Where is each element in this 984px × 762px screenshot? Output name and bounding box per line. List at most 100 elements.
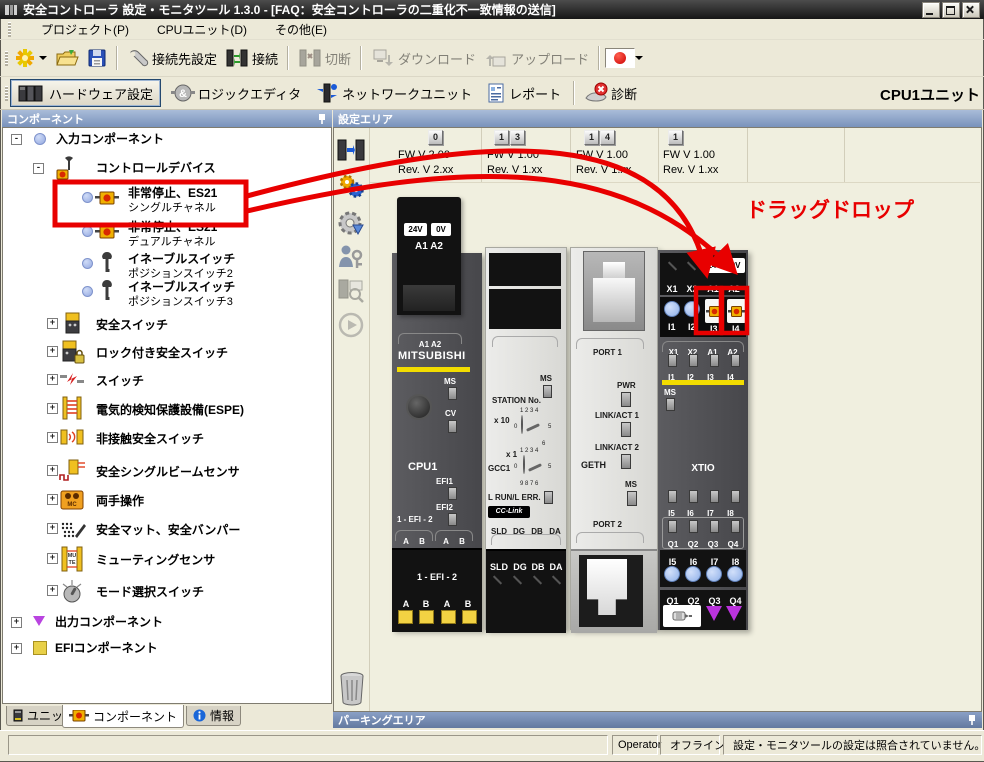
x10-rotary-dial[interactable] <box>521 415 523 434</box>
estop-component-i3[interactable] <box>705 299 724 323</box>
expand-icon[interactable] <box>47 553 58 564</box>
tree-row-beam-sensor[interactable]: 安全シングルビームセンサ <box>3 455 331 485</box>
expand-icon[interactable] <box>11 643 22 654</box>
expand-icon[interactable] <box>11 617 22 628</box>
ms-label: MS <box>444 377 456 386</box>
monitor-search-icon[interactable] <box>337 276 365 304</box>
component-panel-title: コンポーネント <box>7 111 84 127</box>
upload-button[interactable]: アップロード <box>480 45 593 71</box>
geth-module[interactable]: PORT 1 PWR LINK/ACT 1 LINK/ACT 2 GETH MS… <box>570 247 658 630</box>
operator-label: Operator <box>618 739 661 751</box>
terminal-label: Q1 <box>663 540 683 549</box>
settings-gears-icon[interactable] <box>337 172 365 200</box>
tree-label: モード選択スイッチ <box>96 583 204 600</box>
dial-digits: 5 <box>548 464 551 470</box>
expand-icon[interactable] <box>47 523 58 534</box>
new-project-button[interactable] <box>10 45 51 71</box>
tree-row-lock-safety-switch[interactable]: ロック付き安全スイッチ <box>3 337 331 365</box>
collapse-icon[interactable] <box>11 134 22 145</box>
tree-row-enable-switch-3[interactable]: イネーブルスイッチ ポジションスイッチ3 <box>3 277 331 309</box>
estop-icon <box>728 306 745 317</box>
record-button[interactable] <box>605 48 635 68</box>
hardware-settings-button[interactable]: ハードウェア設定 <box>10 79 161 107</box>
minimize-button[interactable] <box>922 2 940 18</box>
expand-icon[interactable] <box>47 465 58 476</box>
input-terminal-circle[interactable] <box>664 301 680 317</box>
expand-icon[interactable] <box>47 346 58 357</box>
tree-row-estop-dual[interactable]: 非常停止、ES21 デュアルチャネル <box>3 217 331 249</box>
efi2-indicator <box>448 513 457 526</box>
xtio-module[interactable]: 24V 0V X1X2A1A2 I1 I2 I3 I4 X1X2A1A2 <box>658 250 748 630</box>
tree-row-output-components[interactable]: 出力コンポーネント <box>3 609 331 635</box>
terminal-cell[interactable] <box>441 610 456 624</box>
input-terminal-circle[interactable] <box>706 566 722 582</box>
unit-configuration-icon[interactable] <box>337 136 365 164</box>
menu-cpu-unit[interactable]: CPUユニット(D) <box>157 21 247 38</box>
pin-icon[interactable] <box>317 113 327 125</box>
tree-row-safety-mat[interactable]: 安全マット、安全バンパー <box>3 513 331 543</box>
expand-icon[interactable] <box>47 374 58 385</box>
cpu-power-connector[interactable]: 24V 0V A1 A2 <box>397 197 461 315</box>
lamp-component[interactable] <box>663 605 701 627</box>
disconnect-button[interactable]: 切断 <box>294 45 355 71</box>
cclink-module[interactable]: MS STATION No. x 10 1 2 3 4 0 5 6 x 1 GC… <box>485 247 567 630</box>
collapse-icon[interactable] <box>33 163 44 174</box>
tree-row-muting-sensor[interactable]: MUTE ミューティングセンサ <box>3 543 331 573</box>
tree-row-efi-components[interactable]: EFIコンポーネント <box>3 635 331 661</box>
slot-badge-0: 0 <box>428 130 443 145</box>
tree-row-estop-single[interactable]: 非常停止、ES21 シングルチャネル <box>3 183 331 215</box>
power-0v-label: 0V <box>731 261 741 270</box>
pin-icon[interactable] <box>967 714 977 726</box>
network-unit-button[interactable]: ネットワークユニット <box>311 80 476 106</box>
terminal-cell[interactable] <box>398 610 413 624</box>
input-terminal-circle[interactable] <box>685 566 701 582</box>
diagnosis-button[interactable]: 診断 <box>580 80 641 106</box>
download-button[interactable]: ダウンロード <box>367 45 480 71</box>
trash-icon[interactable] <box>338 670 366 706</box>
tree-row-mode-switch[interactable]: モード選択スイッチ <box>3 575 331 605</box>
output-component[interactable] <box>706 606 722 621</box>
expand-icon[interactable] <box>47 432 58 443</box>
output-component[interactable] <box>726 606 742 621</box>
fw-version: FW V 2.00 <box>398 148 453 163</box>
report-button[interactable]: レポート <box>482 80 565 106</box>
pwr-label: PWR <box>617 381 636 390</box>
close-button[interactable] <box>962 2 980 18</box>
io-bracket: X1X2A1A2 <box>662 341 744 352</box>
input-terminal-circle[interactable] <box>684 301 700 317</box>
connect-button[interactable]: 接続 <box>221 45 282 71</box>
x1-rotary-dial[interactable] <box>523 455 525 474</box>
tab-info[interactable]: 情報 <box>186 706 241 726</box>
terminal-cell[interactable] <box>462 610 477 624</box>
tree-row-two-hand[interactable]: MC 両手操作 <box>3 485 331 513</box>
menu-others[interactable]: その他(E) <box>275 21 327 38</box>
record-dropdown-caret[interactable] <box>635 56 643 64</box>
tab-component[interactable]: コンポーネント <box>62 705 184 728</box>
input-terminal-circle[interactable] <box>664 566 680 582</box>
tree-row-safety-switch[interactable]: 安全スイッチ <box>3 309 331 337</box>
maximize-button[interactable] <box>942 2 960 18</box>
expand-icon[interactable] <box>47 318 58 329</box>
terminal-cell[interactable] <box>419 610 434 624</box>
open-button[interactable] <box>51 46 83 70</box>
expand-icon[interactable] <box>47 403 58 414</box>
dial-digits: 5 <box>548 424 551 430</box>
menu-project[interactable]: プロジェクト(P) <box>41 21 129 38</box>
rev-version: Rev. V 1.xx <box>663 163 718 178</box>
connect-destination-button[interactable]: 接続先設定 <box>123 46 221 70</box>
save-button[interactable] <box>83 46 111 70</box>
user-access-icon[interactable] <box>337 243 365 271</box>
expand-icon[interactable] <box>47 585 58 596</box>
tree-row-input-components[interactable]: 入力コンポーネント <box>3 128 331 152</box>
input-terminal-circle[interactable] <box>727 566 743 582</box>
tree-row-noncontact-switch[interactable]: 非接触安全スイッチ <box>3 423 331 451</box>
logic-editor-button[interactable]: & ロジックエディタ <box>167 81 305 105</box>
switch-icon <box>59 370 85 388</box>
tree-row-switch[interactable]: スイッチ <box>3 365 331 393</box>
tree-row-control-device[interactable]: コントロールデバイス <box>3 156 331 182</box>
expand-icon[interactable] <box>47 494 58 505</box>
configure-wheel-icon[interactable] <box>337 210 365 238</box>
tree-row-espe[interactable]: 電気的検知保護設備(ESPE) <box>3 393 331 423</box>
estop-component-i4[interactable] <box>727 299 746 323</box>
play-icon[interactable] <box>338 312 364 338</box>
